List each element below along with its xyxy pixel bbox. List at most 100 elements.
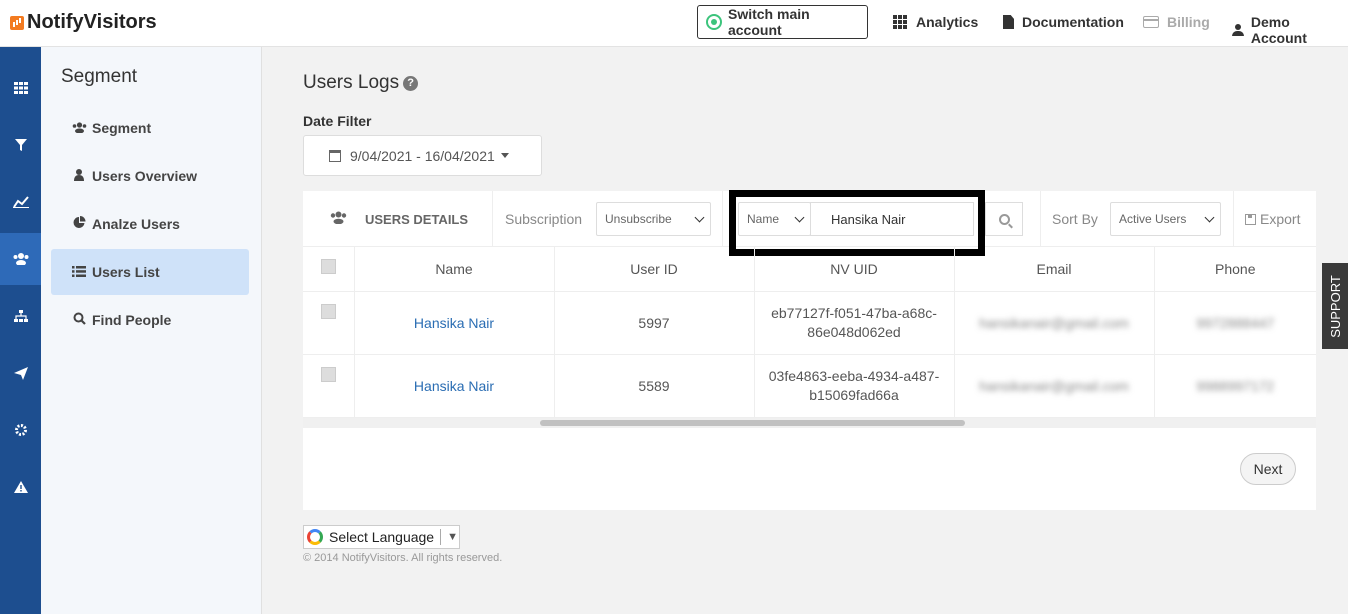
sitemap-icon[interactable] (0, 290, 41, 342)
cell-email: hansikanair@gmail.com (954, 354, 1155, 418)
icon-sidebar (0, 47, 41, 614)
horizontal-scrollbar[interactable] (303, 418, 1316, 428)
gear-icon[interactable] (0, 404, 41, 456)
cell-phone: 9988997172 (1154, 354, 1316, 418)
date-filter-label: Date Filter (303, 113, 372, 129)
cell-nv-uid: 03fe4863-eeba-4934-a487-b15069fad66a (754, 354, 955, 418)
row-checkbox[interactable] (320, 303, 336, 319)
cell-email: hansikanair@gmail.com (954, 291, 1155, 355)
sort-by-select[interactable]: Active Users (1110, 202, 1221, 236)
notifyvisitors-logo[interactable]: NotifyVisitors (10, 11, 157, 34)
sidebar-item-label: Users List (92, 264, 160, 280)
chevron-down-icon (1204, 212, 1215, 223)
table-row: Hansika Nair 5589 03fe4863-eeba-4934-a48… (303, 354, 1316, 418)
users-icon[interactable] (0, 233, 41, 285)
help-icon[interactable]: ? (403, 75, 419, 91)
users-details-label: USERS DETAILS (365, 212, 469, 227)
dashboard-icon[interactable] (0, 62, 41, 114)
column-header-name[interactable]: Name (354, 247, 555, 292)
row-checkbox[interactable] (320, 366, 336, 382)
sort-by-label: Sort By (1052, 211, 1098, 227)
row-select-cell (303, 291, 355, 355)
select-all-cell (303, 247, 355, 292)
cell-phone: 9972888447 (1154, 291, 1316, 355)
paper-plane-icon[interactable] (0, 347, 41, 399)
user-name-link[interactable]: Hansika Nair (414, 378, 494, 394)
nav-demo-account-label: Demo Account (1250, 14, 1307, 46)
divider (440, 529, 442, 545)
search-icon (998, 213, 1010, 225)
toolbar-divider (1040, 191, 1041, 247)
next-button[interactable]: Next (1240, 453, 1296, 485)
sidebar-item-analyze-users[interactable]: Analze Users (51, 201, 249, 247)
users-group-icon (71, 121, 87, 136)
subscription-select-value: Unsubscribe (605, 212, 672, 226)
pie-chart-icon (71, 216, 87, 232)
column-header-phone[interactable]: Phone (1154, 247, 1316, 292)
export-label: Export (1260, 211, 1301, 227)
users-table: Name User ID NV UID Email Phone Hansika … (303, 247, 1316, 418)
date-range-picker[interactable]: 9/04/2021 - 16/04/2021 (303, 135, 542, 176)
logo-icon (10, 15, 24, 30)
column-header-nv-uid[interactable]: NV UID (754, 247, 955, 292)
select-all-checkbox[interactable] (320, 259, 336, 274)
row-select-cell (303, 354, 355, 418)
nv-uid-text: eb77127f-f051-47ba-a68c-86e048d062ed (771, 304, 937, 340)
users-group-icon (330, 211, 347, 228)
column-header-email[interactable]: Email (954, 247, 1155, 292)
nav-billing[interactable]: Billing (1143, 14, 1210, 30)
sidebar-item-label: Segment (92, 120, 152, 136)
scrollbar-thumb[interactable] (540, 420, 965, 426)
toolbar-divider (492, 191, 493, 247)
document-icon (1003, 15, 1014, 29)
support-label: SUPPORT (1327, 274, 1343, 338)
nav-billing-label: Billing (1167, 14, 1210, 30)
sort-by-select-value: Active Users (1119, 212, 1187, 226)
switch-main-account-button[interactable]: Switch main account (697, 5, 868, 39)
export-button[interactable]: Export (1245, 211, 1300, 227)
search-input[interactable]: Hansika Nair (810, 202, 974, 236)
search-button[interactable] (985, 202, 1023, 236)
search-field-select[interactable]: Name (738, 202, 811, 236)
switch-account-icon (706, 14, 722, 30)
nav-analytics[interactable]: Analytics (893, 14, 978, 30)
language-selector[interactable]: Select Language ▼ (303, 525, 460, 549)
users-details-heading: USERS DETAILS (330, 211, 468, 228)
date-range-value: 9/04/2021 - 16/04/2021 (350, 147, 495, 164)
sidebar-item-find-people[interactable]: Find People (51, 297, 249, 343)
email-text: hansikanair@gmail.com (979, 314, 1129, 331)
support-tab[interactable]: SUPPORT (1322, 263, 1348, 349)
subscription-select[interactable]: Unsubscribe (596, 202, 711, 236)
page-title: Users Logs ? (303, 72, 419, 94)
phone-text: 9988997172 (1196, 377, 1275, 394)
toolbar-divider (722, 191, 723, 247)
cell-name: Hansika Nair (354, 291, 555, 355)
list-icon (71, 265, 87, 280)
table-header-row: Name User ID NV UID Email Phone (303, 247, 1316, 292)
chevron-down-icon (794, 212, 805, 223)
filter-icon[interactable] (0, 119, 41, 171)
email-text: hansikanair@gmail.com (979, 377, 1129, 394)
cell-user-id: 5997 (554, 291, 755, 355)
credit-card-icon (1143, 16, 1159, 28)
caret-down-icon (500, 153, 509, 158)
chevron-down-icon (694, 212, 705, 223)
calendar-icon (329, 149, 341, 162)
column-header-user-id[interactable]: User ID (554, 247, 755, 292)
sidebar-item-segment[interactable]: Segment (51, 105, 249, 151)
nav-documentation[interactable]: Documentation (1003, 14, 1124, 30)
search-field-select-value: Name (747, 212, 780, 226)
table-toolbar: USERS DETAILS Subscription Unsubscribe N… (303, 190, 1316, 256)
google-icon (307, 529, 323, 545)
warning-icon[interactable] (0, 461, 41, 513)
nav-demo-account[interactable]: Demo Account (1232, 14, 1348, 46)
sidebar-item-users-list[interactable]: Users List (51, 249, 249, 295)
line-chart-icon[interactable] (0, 176, 41, 228)
segment-sidebar: Segment Segment Users Overview Analze Us… (41, 47, 262, 614)
table-row: Hansika Nair 5997 eb77127f-f051-47ba-a68… (303, 291, 1316, 355)
top-bar: NotifyVisitors Switch main account Analy… (0, 0, 1348, 47)
copyright-text: © 2014 NotifyVisitors. All rights reserv… (303, 552, 503, 564)
user-name-link[interactable]: Hansika Nair (414, 315, 494, 331)
sidebar-item-users-overview[interactable]: Users Overview (51, 153, 249, 199)
main-content: Users Logs ? Date Filter 9/04/2021 - 16/… (262, 47, 1348, 614)
